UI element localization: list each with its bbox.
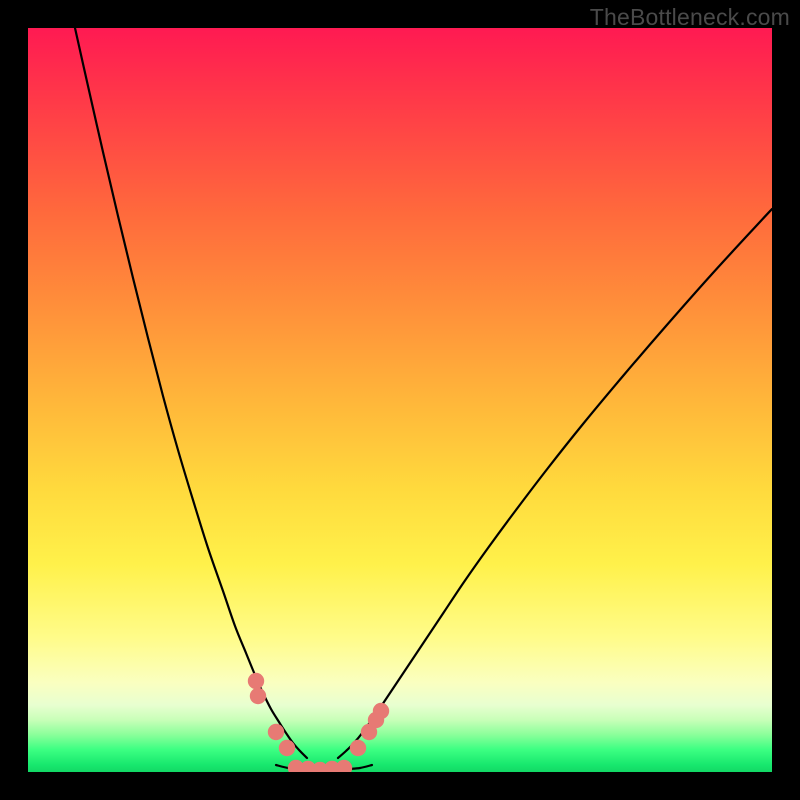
marker-dot bbox=[279, 740, 295, 756]
outer-frame: TheBottleneck.com bbox=[0, 0, 800, 800]
marker-dot bbox=[248, 673, 264, 689]
marker-dot bbox=[350, 740, 366, 756]
marker-dot bbox=[250, 688, 266, 704]
watermark-text: TheBottleneck.com bbox=[590, 4, 790, 31]
marker-dot bbox=[373, 703, 389, 719]
plot-area bbox=[28, 28, 772, 772]
curve-left bbox=[75, 28, 307, 758]
marker-dot bbox=[336, 760, 352, 772]
curve-layer bbox=[28, 28, 772, 772]
curve-right bbox=[338, 209, 772, 758]
marker-dot bbox=[268, 724, 284, 740]
marker-layer bbox=[248, 673, 389, 772]
